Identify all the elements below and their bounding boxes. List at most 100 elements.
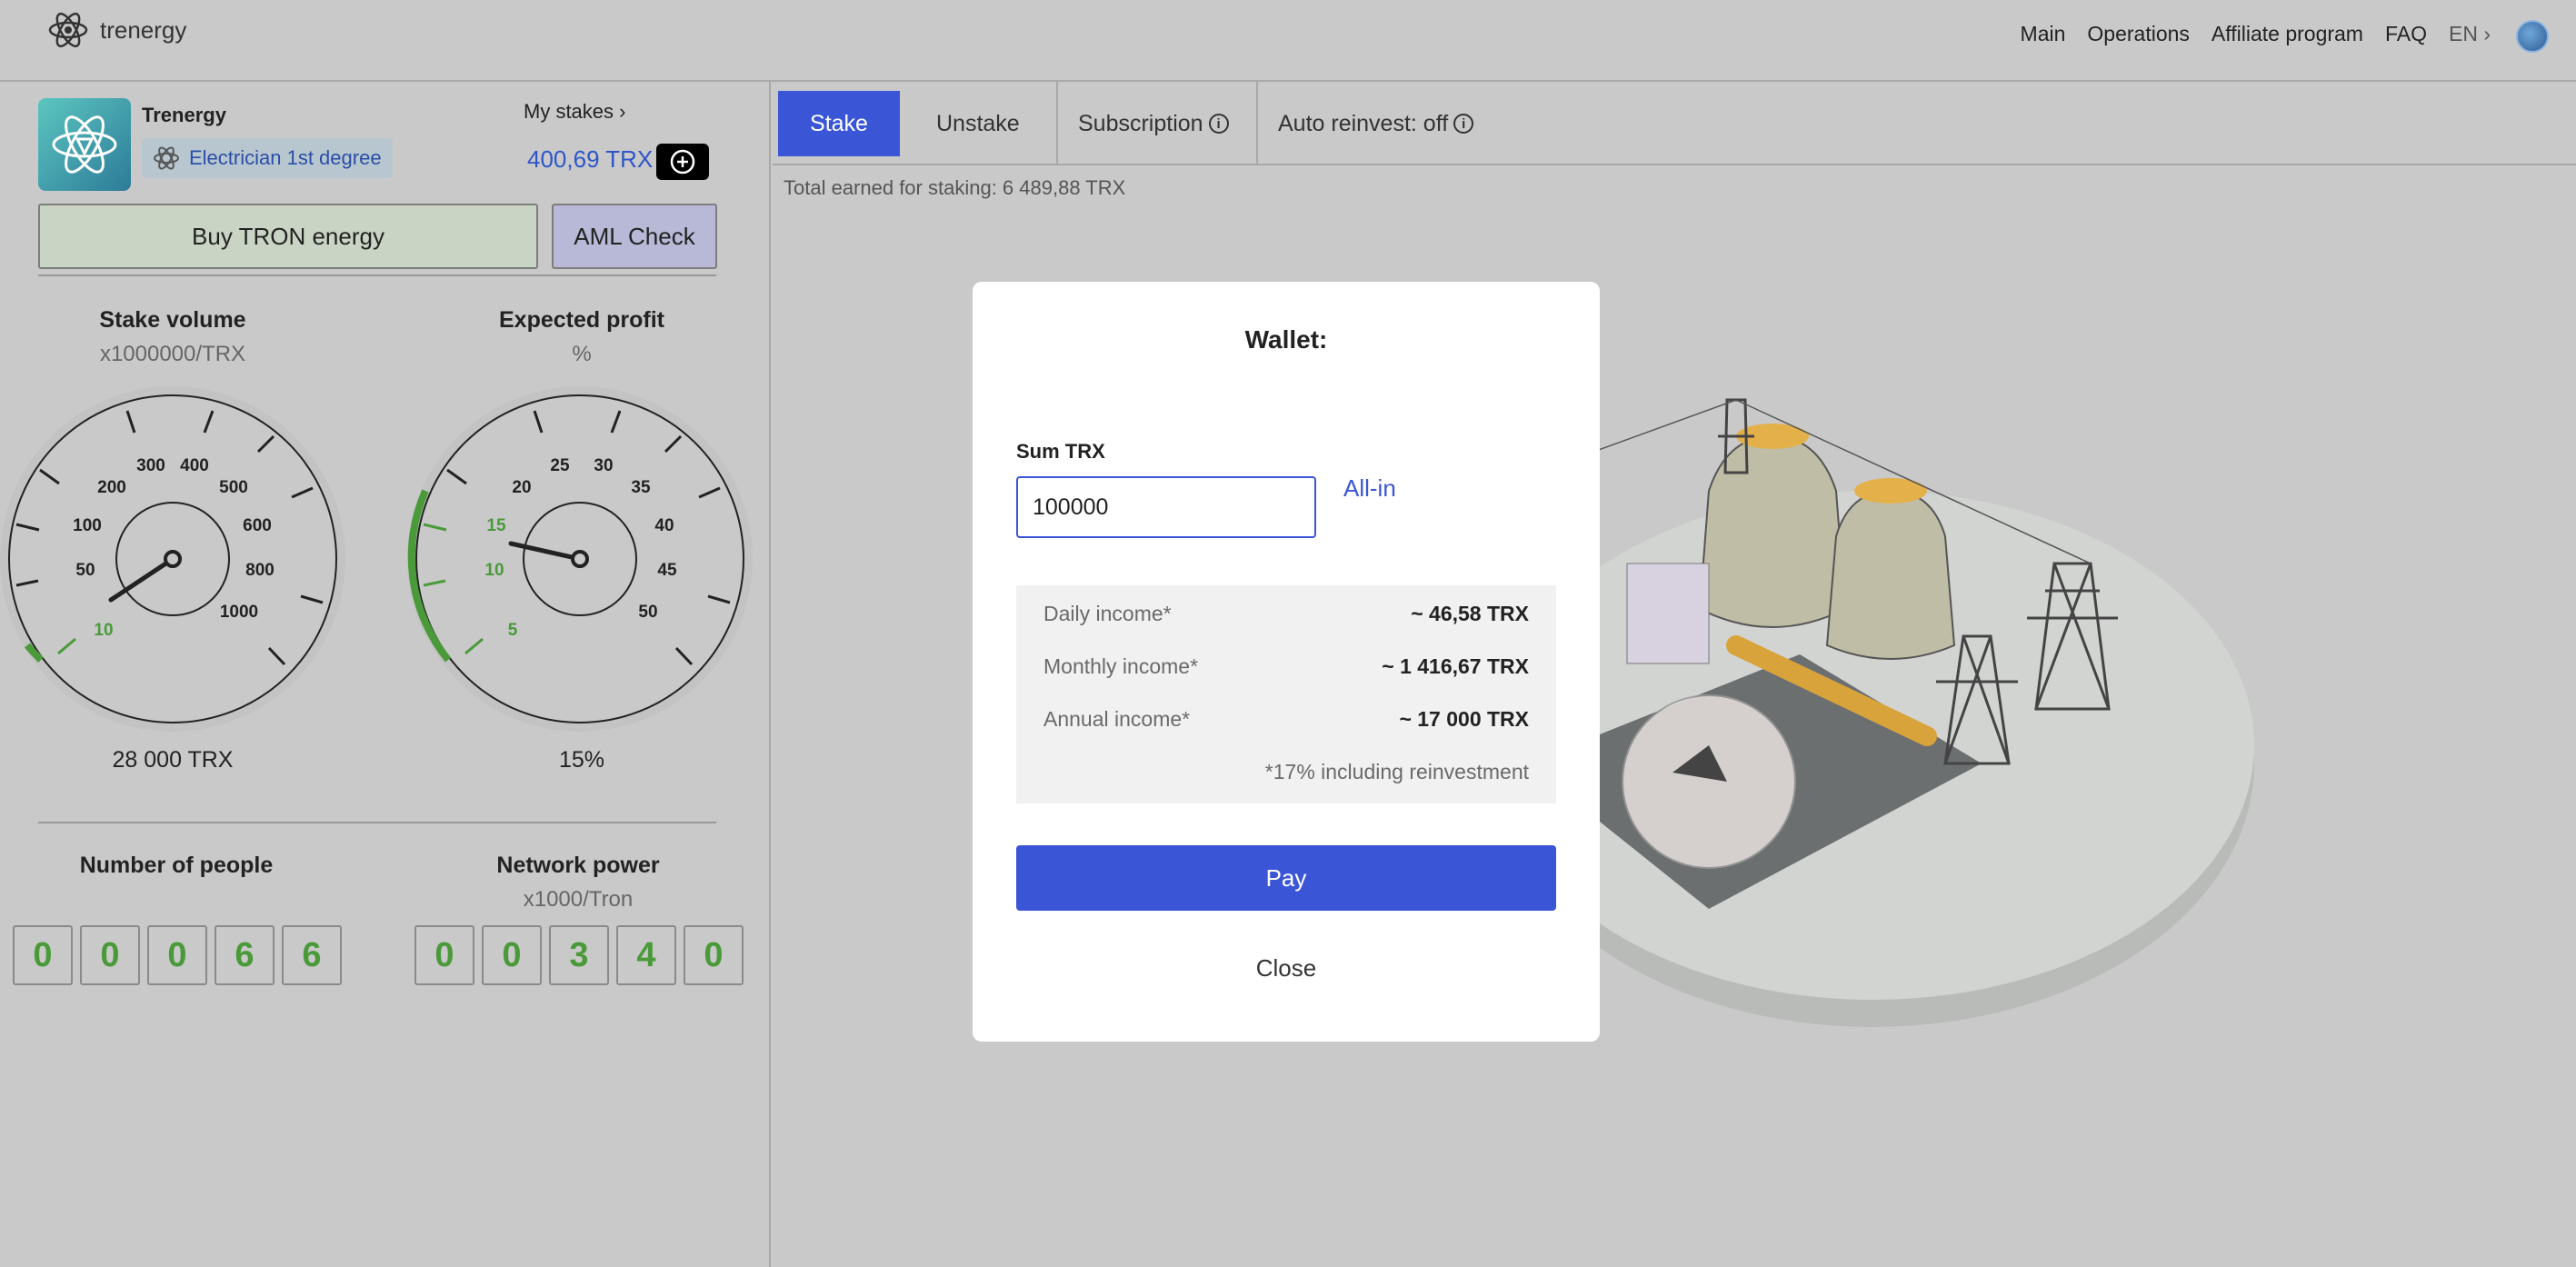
nav-faq[interactable]: FAQ xyxy=(2385,22,2427,46)
stake-volume-unit: x1000000/TRX xyxy=(99,342,246,366)
counter-digit: 6 xyxy=(215,925,275,985)
atom-rank-icon xyxy=(154,146,179,170)
auto-reinvest-label: Auto reinvest: off xyxy=(1278,110,1449,136)
tick-label: 10 xyxy=(94,621,113,640)
tick-label: 15 xyxy=(486,516,506,535)
modal-title: Wallet: xyxy=(1244,325,1328,354)
user-avatar-icon[interactable] xyxy=(2516,20,2549,53)
monthly-income-label: Monthly income* xyxy=(1043,654,1199,678)
sum-trx-input[interactable] xyxy=(1016,476,1316,538)
nav-main[interactable]: Main xyxy=(2021,22,2066,46)
my-stakes-link[interactable]: My stakes › xyxy=(524,100,625,124)
pay-button[interactable]: Pay xyxy=(1016,845,1556,911)
logo[interactable]: trenergy xyxy=(47,9,186,51)
all-in-button[interactable]: All-in xyxy=(1343,474,1396,503)
reinvestment-note: *17% including reinvestment xyxy=(1264,760,1529,783)
network-power-counter: 0 0 3 4 0 xyxy=(414,925,744,985)
chevron-right-icon: › xyxy=(619,100,626,123)
expected-profit-unit: % xyxy=(572,342,592,366)
info-icon[interactable]: i xyxy=(1453,114,1474,134)
network-power-unit: x1000/Tron xyxy=(523,887,634,912)
tab-auto-reinvest[interactable]: Auto reinvest: off i xyxy=(1278,91,1474,156)
left-panel: Trenergy Electrician 1st degree My stake… xyxy=(0,82,771,1267)
reactor-dome xyxy=(1622,694,1796,869)
expected-profit-gauge: 5 10 15 20 25 30 35 40 45 50 xyxy=(407,386,753,732)
close-button[interactable]: Close xyxy=(973,954,1600,983)
nav-operations[interactable]: Operations xyxy=(2087,22,2190,46)
tick-label: 100 xyxy=(73,516,102,535)
language-label: EN xyxy=(2448,22,2478,45)
info-icon[interactable]: i xyxy=(1208,114,1229,134)
daily-income-value: ~ 46,58 TRX xyxy=(1411,602,1529,625)
rank-label: Electrician 1st degree xyxy=(189,146,382,169)
income-summary: Daily income* ~ 46,58 TRX Monthly income… xyxy=(1016,585,1556,803)
tick-label: 40 xyxy=(654,516,674,535)
tick-label: 25 xyxy=(550,456,570,475)
tick-label: 5 xyxy=(508,621,518,640)
counter-digit: 3 xyxy=(549,925,609,985)
tab-divider xyxy=(1056,82,1058,165)
total-earned-text: Total earned for staking: 6 489,88 TRX xyxy=(784,176,1126,199)
logo-text: trenergy xyxy=(100,15,187,44)
stake-volume-gauge: 10 50 100 200 300 400 500 600 800 1000 xyxy=(0,386,345,732)
tick-label: 30 xyxy=(594,456,613,475)
tick-label: 50 xyxy=(638,603,657,622)
counter-digit: 0 xyxy=(13,925,73,985)
counter-digit: 0 xyxy=(80,925,140,985)
tick-label: 600 xyxy=(243,516,272,535)
profile-name: Trenergy xyxy=(142,104,226,126)
tick-label: 500 xyxy=(219,478,248,497)
tick-label: 45 xyxy=(657,561,677,580)
gauge-pivot xyxy=(571,550,589,568)
tick-label: 200 xyxy=(97,478,126,497)
balance: 400,69 TRX xyxy=(527,145,654,173)
tick-label: 10 xyxy=(484,561,504,580)
counter-digit: 0 xyxy=(482,925,542,985)
top-bar: trenergy Main Operations Affiliate progr… xyxy=(0,0,2576,82)
counter-digit: 0 xyxy=(684,925,744,985)
counter-digit: 0 xyxy=(147,925,207,985)
language-selector[interactable]: EN › xyxy=(2449,22,2491,46)
expected-profit-title: Expected profit xyxy=(499,307,664,333)
divider xyxy=(38,822,716,823)
annual-income-row: Annual income* ~ 17 000 TRX xyxy=(1043,707,1529,732)
main-nav: Main Operations Affiliate program FAQ EN… xyxy=(2021,22,2491,46)
monthly-income-row: Monthly income* ~ 1 416,67 TRX xyxy=(1043,654,1529,679)
atom-logo-icon xyxy=(48,12,88,48)
rank-badge: Electrician 1st degree xyxy=(142,138,393,178)
aml-check-button[interactable]: AML Check xyxy=(552,204,717,269)
buy-tron-energy-button[interactable]: Buy TRON energy xyxy=(38,204,538,269)
gauge-pivot xyxy=(164,550,182,568)
tick-label: 20 xyxy=(512,478,531,497)
tab-unstake[interactable]: Unstake xyxy=(936,91,1020,156)
counter-digit: 4 xyxy=(616,925,676,985)
number-of-people-counter: 0 0 0 6 6 xyxy=(13,925,342,985)
tick-label: 35 xyxy=(631,478,651,497)
tab-subscription-label: Subscription xyxy=(1078,110,1203,136)
sum-trx-label: Sum TRX xyxy=(1016,440,1105,463)
tick-label: 300 xyxy=(136,456,165,475)
network-power-title: Network power xyxy=(496,853,660,878)
tab-stake[interactable]: Stake xyxy=(778,91,900,156)
capacitor-bank xyxy=(1626,563,1710,664)
nav-affiliate-program[interactable]: Affiliate program xyxy=(2212,22,2363,46)
stake-volume-title: Stake volume xyxy=(99,307,246,333)
top-up-button[interactable] xyxy=(656,144,709,180)
tick-label: 50 xyxy=(75,561,95,580)
annual-income-value: ~ 17 000 TRX xyxy=(1399,707,1529,731)
my-stakes-label: My stakes xyxy=(524,100,614,123)
daily-income-label: Daily income* xyxy=(1043,602,1172,625)
stake-volume-value: 28 000 TRX xyxy=(112,747,234,773)
divider xyxy=(38,274,716,276)
tick-label: 400 xyxy=(180,456,209,475)
cooling-tower xyxy=(1698,434,1847,628)
stake-modal: Wallet: Sum TRX All-in Daily income* ~ 4… xyxy=(973,282,1600,1042)
profile-avatar xyxy=(38,98,131,191)
tick-label: 1000 xyxy=(220,603,258,622)
tick-label: 800 xyxy=(245,561,275,580)
tab-subscription[interactable]: Subscription i xyxy=(1078,91,1229,156)
tower-rim xyxy=(1854,478,1927,504)
plus-circle-icon xyxy=(670,149,695,175)
counter-digit: 0 xyxy=(414,925,474,985)
chevron-right-icon: › xyxy=(2483,22,2491,45)
